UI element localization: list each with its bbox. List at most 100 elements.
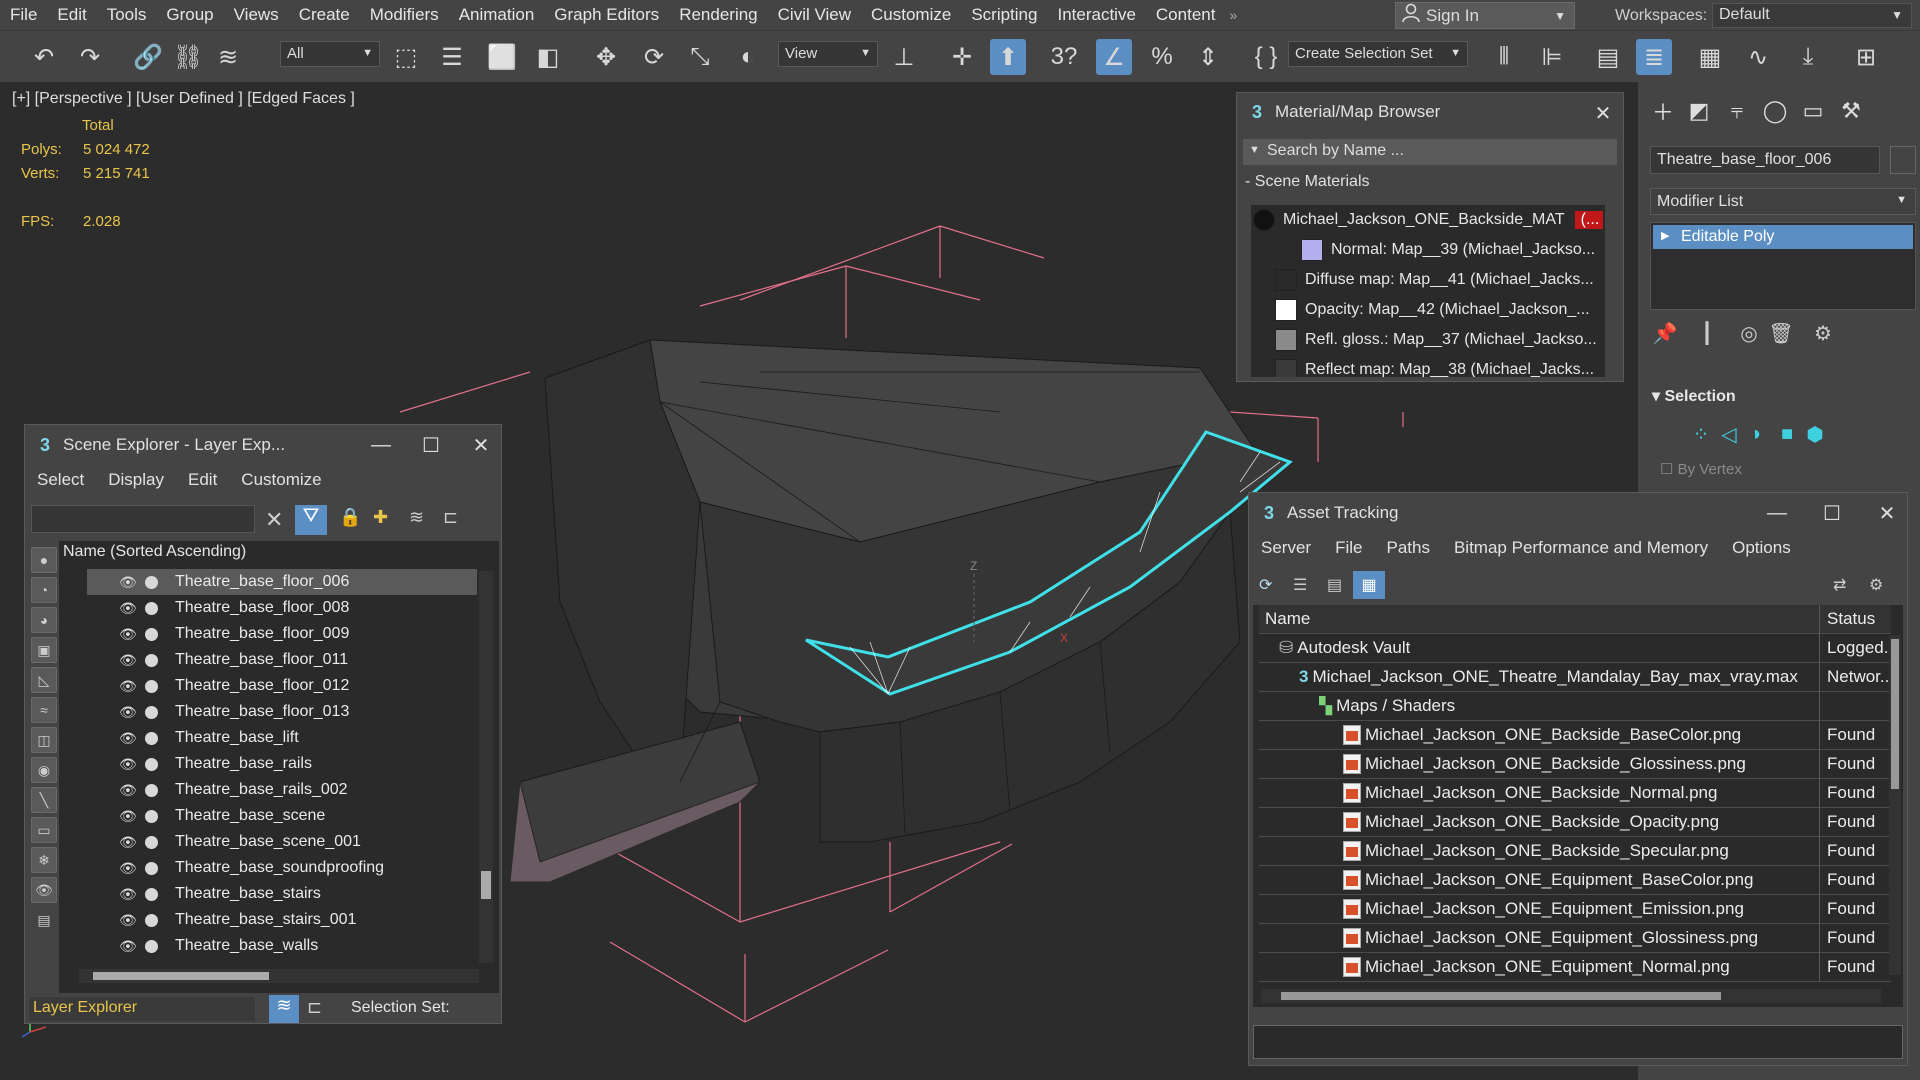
camera-filter-icon[interactable]: ▣ xyxy=(31,637,57,663)
eye-icon[interactable]: 👁 xyxy=(119,782,137,799)
menu-create[interactable]: Create xyxy=(289,0,360,30)
select-by-name-icon[interactable]: ☰ xyxy=(434,39,470,75)
eye-icon[interactable]: 👁 xyxy=(119,652,137,669)
menu-edit[interactable]: Edit xyxy=(47,0,96,30)
material-editor-icon[interactable]: ⊞ xyxy=(1848,39,1884,75)
minimize-icon[interactable]: — xyxy=(1757,493,1797,533)
menu-interactive[interactable]: Interactive xyxy=(1047,0,1145,30)
material-search-input[interactable]: ▼ Search by Name ... xyxy=(1243,139,1617,165)
menu-paths[interactable]: Paths xyxy=(1374,538,1441,558)
menu-customize[interactable]: Customize xyxy=(861,0,961,30)
menu-content[interactable]: Content xyxy=(1146,0,1226,30)
scene-row[interactable]: 👁 Theatre_base_floor_012 xyxy=(87,673,477,699)
mirror-icon[interactable]: ⫴ xyxy=(1486,39,1522,75)
group-filter-icon[interactable]: ◫ xyxy=(31,727,57,753)
maximize-icon[interactable]: ☐ xyxy=(411,425,451,465)
scene-row[interactable]: 👁 Theatre_base_floor_008 xyxy=(87,595,477,621)
vertex-icon[interactable]: ⁘ xyxy=(1686,420,1716,448)
asset-path-field[interactable] xyxy=(1253,1025,1903,1059)
reference-coord-dropdown[interactable]: View ▼ xyxy=(778,41,878,67)
hierarchy-icon[interactable]: ⊏ xyxy=(443,507,458,528)
create-tab-icon[interactable]: ＋ xyxy=(1648,96,1678,126)
menu-modifiers[interactable]: Modifiers xyxy=(360,0,449,30)
all-filter-icon[interactable]: ▤ xyxy=(31,907,57,933)
render-dot-icon[interactable] xyxy=(145,705,158,719)
asset-row[interactable]: ⛁ Autodesk Vault Logged... xyxy=(1259,634,1891,663)
scene-row[interactable]: 👁 Theatre_base_rails xyxy=(87,751,477,777)
scene-row[interactable]: 👁 Theatre_base_stairs_001 xyxy=(87,907,477,933)
helper-filter-icon[interactable]: ◺ xyxy=(31,667,57,693)
scene-row[interactable]: 👁 Theatre_base_rails_002 xyxy=(87,777,477,803)
layers-toggle-icon[interactable]: ≋ xyxy=(269,995,299,1023)
menu-server[interactable]: Server xyxy=(1249,538,1323,558)
refresh-icon[interactable]: ⟳ xyxy=(1259,575,1272,595)
eye-icon[interactable]: 👁 xyxy=(119,600,137,617)
scene-row[interactable]: 👁 Theatre_base_scene xyxy=(87,803,477,829)
render-dot-icon[interactable] xyxy=(145,731,158,745)
percent-snap-icon[interactable]: % xyxy=(1144,39,1180,75)
hierarchy-tab-icon[interactable]: ⫧ xyxy=(1722,96,1752,126)
eye-icon[interactable]: 👁 xyxy=(119,678,137,695)
modifier-list-dropdown[interactable]: Modifier List ▼ xyxy=(1650,188,1916,215)
map-row[interactable]: Reflect map: Map__38 (Michael_Jacks... xyxy=(1275,355,1601,377)
render-dot-icon[interactable] xyxy=(145,653,158,667)
scrollbar-thumb[interactable] xyxy=(93,972,269,980)
menu-select[interactable]: Select xyxy=(25,470,96,490)
render-dot-icon[interactable] xyxy=(145,601,158,615)
ribbon-icon[interactable]: ▦ xyxy=(1692,39,1728,75)
material-row[interactable]: Michael_Jackson_ONE_Backside_MAT (... xyxy=(1253,205,1603,235)
scale-icon[interactable]: ⤡ xyxy=(682,39,718,75)
name-column-header[interactable]: Name xyxy=(1265,609,1310,629)
render-dot-icon[interactable] xyxy=(145,887,158,901)
scene-search-input[interactable] xyxy=(31,505,255,533)
render-dot-icon[interactable] xyxy=(145,757,158,771)
snaps-icon[interactable]: 3? xyxy=(1046,39,1082,75)
make-unique-icon[interactable]: ◎ xyxy=(1734,318,1764,348)
material-browser-titlebar[interactable]: 3 Material/Map Browser ✕ xyxy=(1237,93,1623,131)
asset-row[interactable]: Michael_Jackson_ONE_Backside_BaseColor.p… xyxy=(1259,721,1891,750)
angle-snap-icon[interactable]: ∠ xyxy=(1096,39,1132,75)
unlink-icon[interactable]: ⛓ xyxy=(170,39,206,75)
vault-connect-icon[interactable]: ⇄ xyxy=(1833,575,1846,595)
polygon-icon[interactable]: ■ xyxy=(1772,420,1802,448)
element-icon[interactable]: ⬢ xyxy=(1800,420,1830,448)
list-view-icon[interactable]: ☰ xyxy=(1293,575,1307,595)
keyboard-shortcut-icon[interactable]: ⬆ xyxy=(990,39,1026,75)
render-dot-icon[interactable] xyxy=(145,679,158,693)
configure-sets-icon[interactable]: ⚙ xyxy=(1808,318,1838,348)
eye-icon[interactable]: 👁 xyxy=(119,912,137,929)
toggle-layer-icon[interactable]: ≣ xyxy=(1636,39,1672,75)
vertical-scrollbar[interactable] xyxy=(1889,635,1901,975)
render-dot-icon[interactable] xyxy=(145,575,158,589)
geometry-filter-icon[interactable]: ● xyxy=(31,547,57,573)
hidden-filter-icon[interactable]: 👁 xyxy=(31,877,57,903)
menu-bitmap-performance[interactable]: Bitmap Performance and Memory xyxy=(1442,538,1720,558)
by-vertex-checkbox[interactable]: ☐ By Vertex xyxy=(1660,460,1742,478)
eye-icon[interactable]: 👁 xyxy=(119,626,137,643)
object-color-swatch[interactable] xyxy=(1890,146,1916,174)
workspace-select[interactable]: Default ▼ xyxy=(1712,3,1912,28)
motion-tab-icon[interactable]: ◯ xyxy=(1760,96,1790,126)
select-object-icon[interactable]: ⬚ xyxy=(388,39,424,75)
menu-tools[interactable]: Tools xyxy=(97,0,157,30)
sign-in-button[interactable]: Sign In ▼ xyxy=(1395,2,1575,29)
scene-row[interactable]: 👁 Theatre_base_floor_009 xyxy=(87,621,477,647)
xref-filter-icon[interactable]: ◉ xyxy=(31,757,57,783)
map-row[interactable]: Refl. gloss.: Map__37 (Michael_Jackso... xyxy=(1275,325,1601,355)
hierarchy-toggle-icon[interactable]: ⊏ xyxy=(307,997,322,1018)
window-crossing-icon[interactable]: ◧ xyxy=(530,39,566,75)
render-dot-icon[interactable] xyxy=(145,913,158,927)
scene-row[interactable]: 👁 Theatre_base_floor_011 xyxy=(87,647,477,673)
menu-overflow-icon[interactable]: » xyxy=(1225,7,1241,23)
render-dot-icon[interactable] xyxy=(145,861,158,875)
render-dot-icon[interactable] xyxy=(145,627,158,641)
scene-row[interactable]: 👁 Theatre_base_lift xyxy=(87,725,477,751)
scene-row[interactable]: 👁 Theatre_base_floor_006 xyxy=(87,569,477,595)
filter-icon[interactable]: ⛛ xyxy=(295,505,327,535)
menu-file[interactable]: File xyxy=(0,0,47,30)
scrollbar-thumb[interactable] xyxy=(1891,639,1899,789)
close-icon[interactable]: ✕ xyxy=(1583,93,1623,133)
eye-icon[interactable]: 👁 xyxy=(119,704,137,721)
menu-options[interactable]: Options xyxy=(1720,538,1803,558)
scene-materials-header[interactable]: - Scene Materials xyxy=(1245,173,1370,191)
